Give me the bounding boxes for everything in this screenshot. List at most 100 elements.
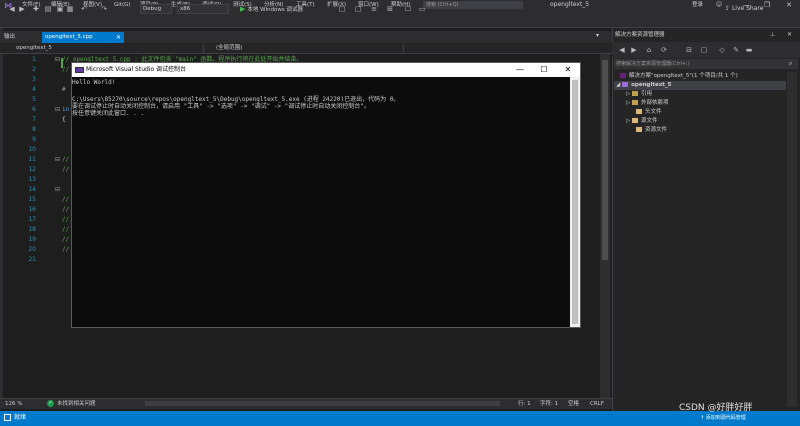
back-icon[interactable]: ◀ <box>8 5 16 13</box>
console-minimize-button[interactable]: — <box>508 63 532 77</box>
line-number: 17 <box>28 216 36 223</box>
line-indicator[interactable]: 行: 1 <box>518 400 531 408</box>
configuration-select[interactable]: Debug <box>140 4 172 14</box>
live-share-button[interactable]: ⇪ Live Share <box>725 4 763 14</box>
whitespace-indicator[interactable]: 空格 <box>568 400 579 408</box>
undo-icon[interactable]: ↶ <box>80 5 88 13</box>
solution-explorer-scrollbar[interactable] <box>787 72 797 407</box>
toolbar-tool-icon[interactable]: ≡ <box>370 5 378 13</box>
close-button[interactable]: ✕ <box>780 0 798 10</box>
console-scroll-thumb[interactable] <box>572 80 578 324</box>
code-line: // <box>62 156 70 163</box>
char-indicator[interactable]: 字符: 1 <box>540 400 558 408</box>
search-icon[interactable]: ⌕ <box>789 60 792 68</box>
search-input[interactable]: 搜索 (Ctrl+Q) <box>423 1 523 9</box>
preview-icon[interactable]: ▬ <box>745 46 753 54</box>
home-icon[interactable]: ⌂ <box>645 46 653 54</box>
project-node[interactable]: ◢ opengltext_5 <box>616 81 671 89</box>
view-icon[interactable]: ▢ <box>700 46 708 54</box>
toolbar-tool-icon[interactable]: ▢ <box>354 5 362 13</box>
code-line: // <box>62 236 70 243</box>
tab-opengltext-cpp[interactable]: opengltext_5.cpp ✕ <box>42 32 124 43</box>
chevron-down-icon[interactable]: ▾ <box>596 32 599 39</box>
eol-indicator[interactable]: CRLF <box>590 400 604 408</box>
play-icon: ▶ <box>240 5 246 13</box>
code-line: // <box>62 246 70 253</box>
code-line: // <box>62 196 70 203</box>
line-number: 8 <box>32 126 36 133</box>
line-number: 6 <box>32 106 36 113</box>
console-close-button[interactable]: ✕ <box>556 63 580 77</box>
editor-horizontal-scrollbar[interactable] <box>145 401 500 406</box>
code-line: // <box>62 206 70 213</box>
open-file-icon[interactable]: ▤ <box>44 5 52 13</box>
wrench-icon[interactable]: ✎ <box>732 46 740 54</box>
console-title: Microsoft Visual Studio 调试控制台 <box>86 66 187 73</box>
toolbar-tool-icon[interactable]: ⊞ <box>386 5 394 13</box>
forward-icon[interactable]: ▶ <box>630 46 638 54</box>
login-link[interactable]: 登录 <box>692 1 703 9</box>
code-line: # <box>62 86 66 93</box>
scope-select[interactable]: (全局范围) <box>204 44 404 53</box>
new-item-icon[interactable]: ✚ <box>32 5 40 13</box>
add-to-source-control-button[interactable]: ↑ 添加到源代码管理 <box>700 413 746 423</box>
toolbar <box>0 10 800 28</box>
issues-status[interactable]: 未找到相关问题 <box>57 400 96 408</box>
solution-explorer-title: 解决方案资源管理器 <box>615 32 665 38</box>
dependencies-icon <box>631 100 638 105</box>
save-all-icon[interactable]: ▦ <box>66 5 74 13</box>
account-icon[interactable]: ☺ <box>713 0 725 10</box>
toolbar-tool-icon[interactable]: ▭ <box>418 5 426 13</box>
forward-icon[interactable]: ▶ <box>18 5 26 13</box>
line-number: 1 <box>32 56 36 63</box>
solution-icon <box>620 73 626 78</box>
tree-item-external-dependencies[interactable]: ▷ 外部依赖项 <box>626 99 669 107</box>
line-number: 5 <box>32 96 36 103</box>
console-output-line: 要在调试停止时自动关闭控制台，请启用 "工具" -> "选项" -> "调试" … <box>72 103 370 110</box>
solution-node[interactable]: 解决方案"opengltext_5"(1 个项目/共 1 个) <box>620 72 738 80</box>
tree-item-resource-files[interactable]: 资源文件 <box>636 126 667 134</box>
redo-icon[interactable]: ↷ <box>100 5 108 13</box>
platform-select[interactable]: x86 <box>177 4 229 14</box>
folder-icon <box>636 127 642 132</box>
zoom-level[interactable]: 126 % <box>5 400 22 408</box>
tree-item-header-files[interactable]: 头文件 <box>636 108 662 116</box>
project-icon <box>622 82 629 87</box>
share-icon: ⇪ <box>725 5 732 12</box>
watermark: CSDN @好胖好胖 <box>679 403 753 413</box>
editor-scroll-thumb[interactable] <box>602 60 608 260</box>
console-maximize-button[interactable]: ☐ <box>532 63 556 77</box>
tab-output[interactable]: 输出 <box>4 33 15 41</box>
line-number: 19 <box>28 236 36 243</box>
code-line: { <box>62 116 66 123</box>
sync-icon[interactable]: ⟳ <box>660 46 668 54</box>
start-debugging-button[interactable]: ▶ 本地 Windows 调试器 <box>240 4 303 14</box>
toolbar-tool-icon[interactable]: ▢ <box>338 5 346 13</box>
pin-icon[interactable]: ⊥ <box>770 31 775 38</box>
toolbar-tool-icon[interactable]: ☐ <box>404 5 412 13</box>
close-icon[interactable]: ✕ <box>787 31 792 38</box>
fold-marker-icon[interactable]: ⊟ <box>55 56 60 64</box>
save-icon[interactable]: ▣ <box>56 5 64 13</box>
fold-marker-icon[interactable]: ⊟ <box>55 156 60 164</box>
line-number: 13 <box>28 176 36 183</box>
line-number: 11 <box>28 156 36 163</box>
console-app-icon <box>75 67 84 73</box>
window-title: opengltext_5 <box>550 1 590 8</box>
console-output-line: 按任意键关闭此窗口. . . <box>72 110 145 117</box>
tree-item-source-files[interactable]: ▷ 源文件 <box>626 117 658 125</box>
back-icon[interactable]: ◀ <box>618 46 626 54</box>
console-output-line: Hello World! <box>72 79 116 86</box>
menu-git[interactable]: Git(G) <box>114 1 131 9</box>
code-line: // <box>62 166 70 173</box>
collapse-icon[interactable]: ⊟ <box>685 46 693 54</box>
code-icon[interactable]: ◇ <box>718 46 726 54</box>
fold-marker-icon[interactable]: ⊟ <box>55 106 60 114</box>
line-number: 10 <box>28 146 36 153</box>
solution-search-input[interactable]: 搜索解决方案资源管理器(Ctrl+;) <box>614 59 798 69</box>
close-tab-icon[interactable]: ✕ <box>116 32 121 43</box>
fold-marker-icon[interactable]: ⊟ <box>55 186 60 194</box>
project-select[interactable]: opengltext_5 <box>4 44 204 53</box>
tree-item-references[interactable]: ▷ 引用 <box>626 90 652 98</box>
line-number: 3 <box>32 76 36 83</box>
